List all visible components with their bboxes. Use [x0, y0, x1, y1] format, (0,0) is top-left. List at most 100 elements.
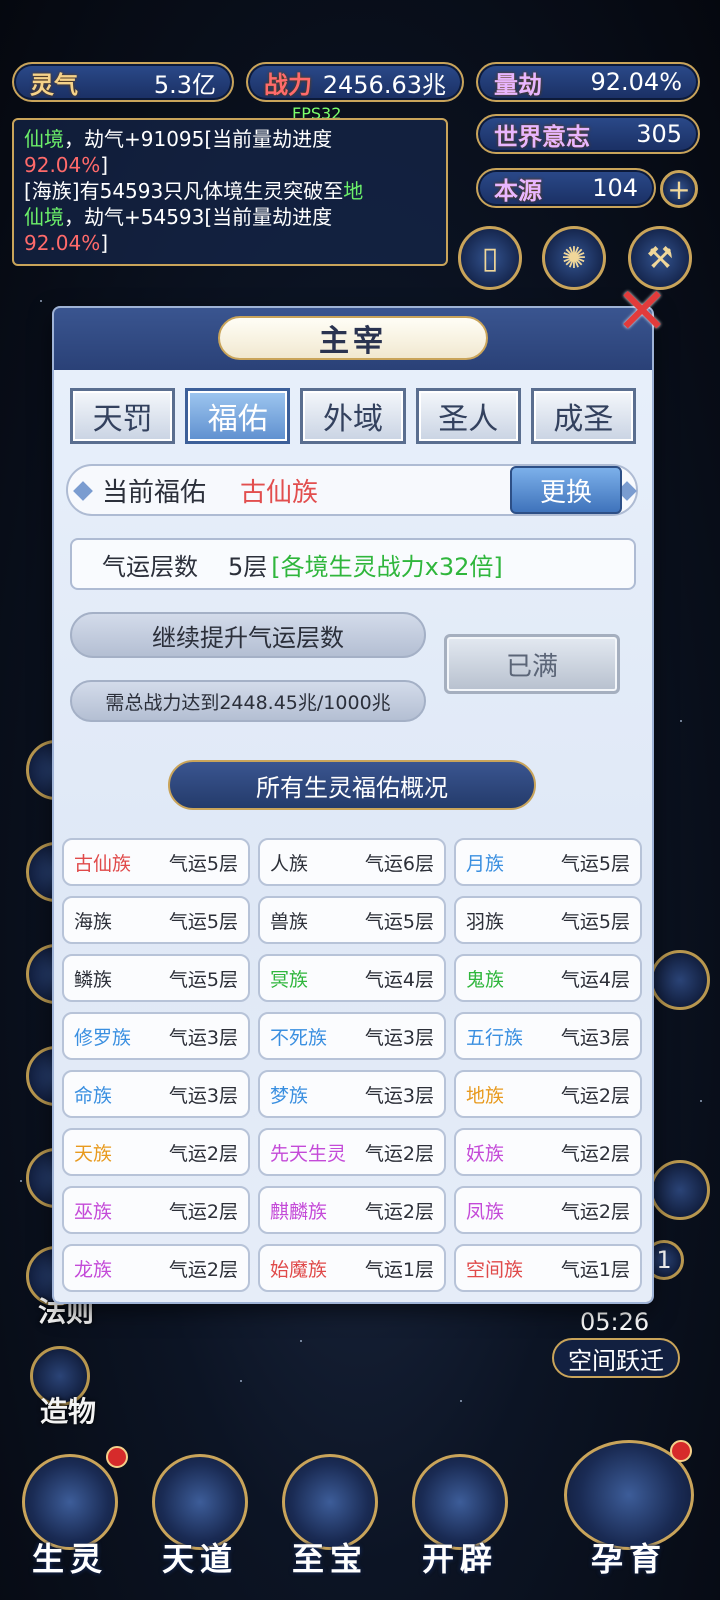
upgrade-luck-label: 继续提升气运层数 [70, 612, 426, 658]
race-cell: 兽族 气运5层 [258, 896, 446, 944]
race-name: 梦族 [270, 1084, 309, 1107]
modal-tabs: 天罚 福佑 外域 圣人 成圣 [70, 388, 637, 444]
race-luck-level: 气运2层 [168, 1258, 238, 1281]
log-line-1: 仙境，劫气+91095[当前量劫进度 92.04%] [24, 127, 333, 177]
scroll-icon: ▯ [481, 240, 499, 276]
nav-zhibao[interactable]: 至宝 [274, 1440, 386, 1580]
scroll-button[interactable]: ▯ [458, 226, 522, 290]
nav-yunyu-label: 孕育 [590, 1540, 667, 1578]
race-name: 古仙族 [74, 852, 132, 875]
race-luck-level: 气运2层 [560, 1200, 630, 1223]
race-cell: 凤族 气运2层 [454, 1186, 642, 1234]
right-side-button-1[interactable] [650, 950, 710, 1010]
race-name: 鳞族 [74, 968, 113, 991]
notification-badge [670, 1440, 692, 1462]
race-luck-level: 气运2层 [168, 1200, 238, 1223]
dominator-modal: 主宰 天罚 福佑 外域 圣人 成圣 当前福佑 古仙族 更换 气运层数 5层 [各… [54, 308, 652, 1302]
space-jump-button[interactable]: 空间跃迁 [552, 1338, 680, 1378]
swirl-button[interactable]: ✺ [542, 226, 606, 290]
lingqi-stat: 灵气 5.3亿 [12, 62, 234, 102]
race-luck-level: 气运1层 [560, 1258, 630, 1281]
race-name: 地族 [466, 1084, 505, 1107]
tab-waiyu[interactable]: 外域 [300, 388, 406, 444]
race-luck-level: 气运3层 [560, 1026, 630, 1049]
nav-tiandao-label: 天道 [161, 1540, 238, 1578]
origin-stat: 本源 104 [476, 168, 656, 208]
right-side-button-2[interactable] [650, 1160, 710, 1220]
race-luck-level: 气运5层 [168, 852, 238, 875]
race-cell: 鬼族 气运4层 [454, 954, 642, 1002]
world-will-stat: 世界意志 305 [476, 114, 700, 154]
lingqi-label: 灵气 [30, 70, 78, 99]
race-cell: 天族 气运2层 [62, 1128, 250, 1176]
swirl-icon: ✺ [561, 240, 587, 276]
tab-tianfa[interactable]: 天罚 [70, 388, 176, 444]
power-stat: 战力 2456.63兆 [246, 62, 464, 102]
race-luck-level: 气运4层 [364, 968, 434, 991]
full-button[interactable]: 已满 [444, 634, 620, 694]
race-cell: 人族 气运6层 [258, 838, 446, 886]
liangjie-label: 量劫 [494, 70, 542, 99]
tab-shengren[interactable]: 圣人 [415, 388, 521, 444]
race-name: 妖族 [466, 1142, 505, 1165]
race-cell: 麒麟族 气运2层 [258, 1186, 446, 1234]
origin-label: 本源 [494, 176, 542, 205]
current-blessing-value: 古仙族 [240, 477, 319, 508]
race-name: 人族 [270, 852, 309, 875]
tab-fuyou[interactable]: 福佑 [185, 388, 291, 444]
log-line-2: [海族]有54593只凡体境生灵突破至地 仙境，劫气+54593[当前量劫进度 … [24, 179, 364, 255]
race-luck-level: 气运2层 [560, 1084, 630, 1107]
event-log: 仙境，劫气+91095[当前量劫进度 92.04%] [海族]有54593只凡体… [12, 118, 448, 266]
race-cell: 始魔族 气运1层 [258, 1244, 446, 1292]
close-icon[interactable]: ✕ [612, 280, 672, 344]
race-cell: 命族 气运3层 [62, 1070, 250, 1118]
race-luck-level: 气运2层 [364, 1142, 434, 1165]
zaowu-label: 造物 [40, 1395, 97, 1428]
swap-button[interactable]: 更换 [510, 466, 622, 514]
nav-tiandao[interactable]: 天道 [144, 1440, 256, 1580]
race-luck-level: 气运5层 [168, 968, 238, 991]
hammer-icon: ⚒ [646, 240, 674, 276]
race-luck-level: 气运2层 [364, 1200, 434, 1223]
race-luck-level: 气运6层 [364, 852, 434, 875]
race-luck-level: 气运5层 [560, 910, 630, 933]
race-name: 先天生灵 [270, 1142, 347, 1165]
add-origin-button[interactable]: + [660, 170, 698, 208]
race-name: 凤族 [466, 1200, 505, 1223]
space-jump-timer: 05:26 [580, 1308, 650, 1336]
race-luck-level: 气运5层 [560, 852, 630, 875]
luck-level-label: 气运层数 [102, 552, 198, 581]
race-luck-level: 气运3层 [364, 1084, 434, 1107]
upgrade-requirement: 需总战力达到2448.45兆/1000兆 [70, 680, 426, 722]
race-cell: 不死族 气运3层 [258, 1012, 446, 1060]
world-will-value: 305 [636, 120, 682, 148]
race-name: 空间族 [466, 1258, 524, 1281]
race-name: 羽族 [466, 910, 505, 933]
race-name: 龙族 [74, 1258, 113, 1281]
race-cell: 妖族 气运2层 [454, 1128, 642, 1176]
origin-value: 104 [592, 174, 638, 202]
race-name: 海族 [74, 910, 113, 933]
race-cell: 修罗族 气运3层 [62, 1012, 250, 1060]
plus-icon: + [667, 172, 691, 206]
race-name: 天族 [74, 1142, 113, 1165]
notification-badge [106, 1446, 128, 1468]
race-name: 麒麟族 [270, 1200, 328, 1223]
nav-kaipi-label: 开辟 [421, 1540, 498, 1578]
race-cell: 羽族 气运5层 [454, 896, 642, 944]
race-name: 巫族 [74, 1200, 113, 1223]
race-cell: 空间族 气运1层 [454, 1244, 642, 1292]
race-cell: 五行族 气运3层 [454, 1012, 642, 1060]
race-name: 命族 [74, 1084, 113, 1107]
race-luck-level: 气运4层 [560, 968, 630, 991]
race-cell: 鳞族 气运5层 [62, 954, 250, 1002]
nav-shengling-label: 生灵 [31, 1540, 108, 1578]
tab-chengsheng[interactable]: 成圣 [530, 388, 637, 444]
race-name: 五行族 [466, 1026, 524, 1049]
race-name: 始魔族 [270, 1258, 328, 1281]
lingqi-value: 5.3亿 [153, 70, 216, 99]
nav-kaipi[interactable]: 开辟 [404, 1440, 516, 1580]
race-luck-level: 气运3层 [168, 1084, 238, 1107]
race-cell: 巫族 气运2层 [62, 1186, 250, 1234]
bottom-nav: 生灵 天道 至宝 开辟 孕育 [0, 1440, 720, 1600]
